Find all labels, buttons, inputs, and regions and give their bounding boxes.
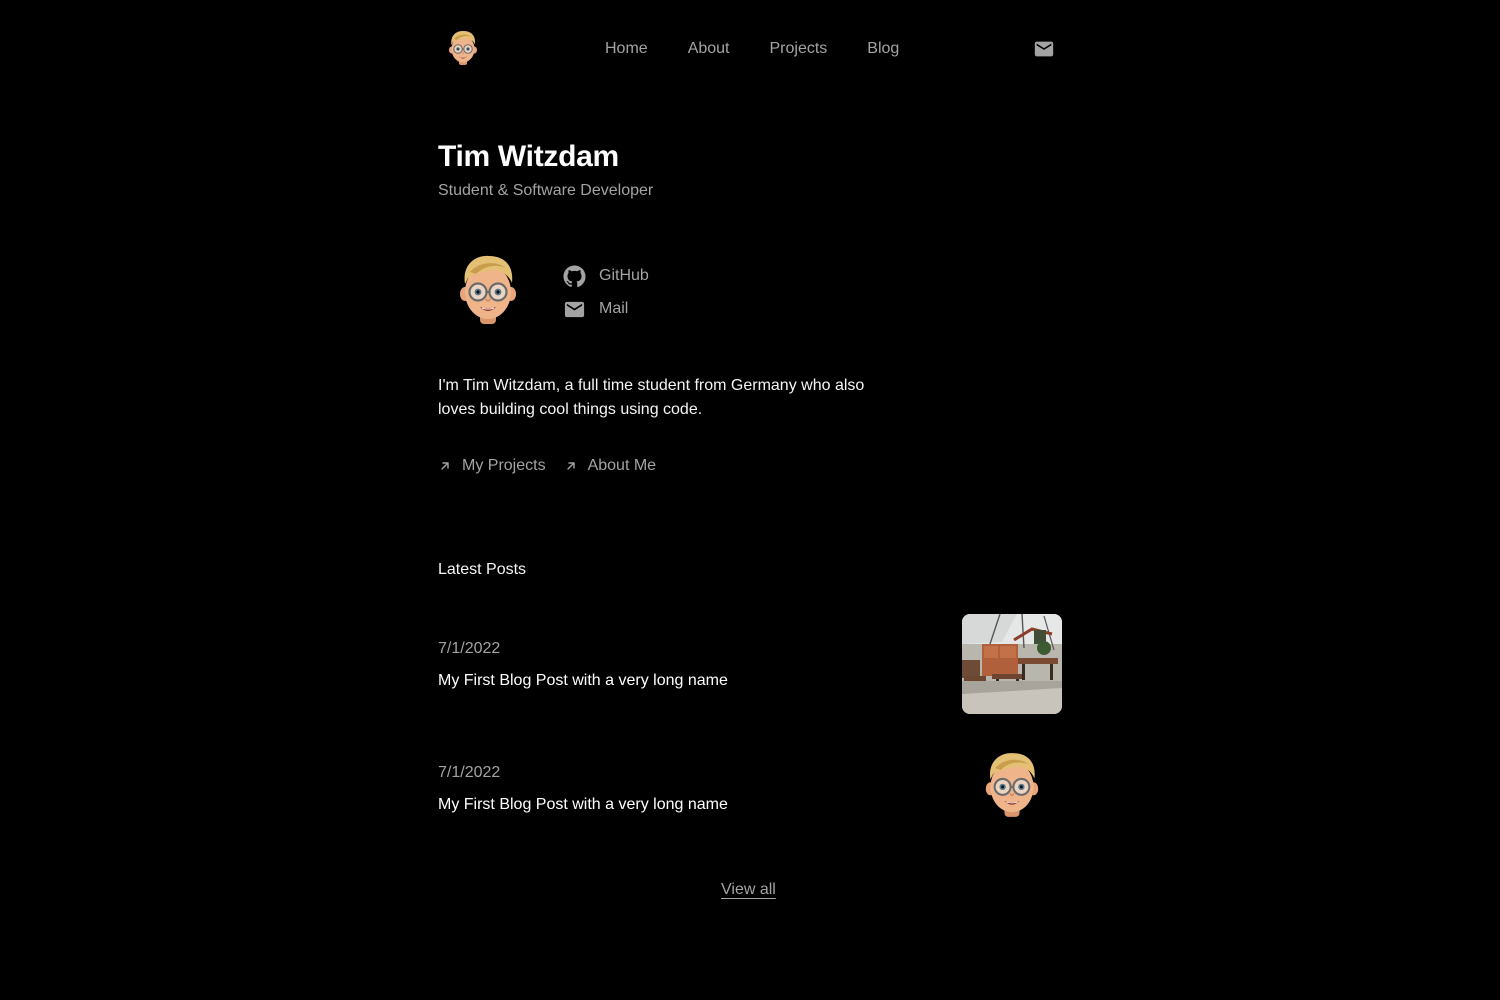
my-projects-label: My Projects: [462, 457, 546, 474]
mail-link-label: Mail: [599, 300, 629, 317]
post-date: 7/1/2022: [438, 640, 501, 657]
social-links: GitHub Mail: [563, 263, 649, 329]
mail-link[interactable]: Mail: [563, 296, 649, 322]
post-thumbnail-cafe-photo: [962, 614, 1062, 714]
view-all-posts-link[interactable]: View all: [721, 879, 776, 901]
home-logo-avatar[interactable]: [447, 28, 479, 68]
blog-post-card[interactable]: 7/1/2022 My First Blog Post with a very …: [438, 614, 1062, 714]
post-date: 7/1/2022: [438, 764, 501, 781]
bio-text: I'm Tim Witzdam, a full time student fro…: [438, 377, 865, 418]
nav-blog-link[interactable]: Blog: [867, 38, 899, 60]
nav-projects-link[interactable]: Projects: [770, 38, 828, 60]
main-nav: Home About Projects Blog: [605, 38, 899, 60]
about-me-label: About Me: [587, 457, 657, 474]
profile-avatar: [456, 250, 520, 330]
subtitle-role: Student & Software Developer: [438, 182, 654, 199]
my-projects-link[interactable]: My Projects: [438, 455, 546, 477]
arrow-up-right-icon: [438, 459, 452, 473]
github-link[interactable]: GitHub: [563, 263, 649, 289]
nav-mail-button[interactable]: [1033, 38, 1055, 60]
cta-links: My Projects About Me: [438, 455, 656, 477]
post-title: My First Blog Post with a very long name: [438, 796, 728, 813]
github-link-label: GitHub: [599, 267, 649, 284]
blog-post-card[interactable]: 7/1/2022 My First Blog Post with a very …: [438, 738, 1062, 838]
mail-icon: [1033, 38, 1055, 60]
memoji-avatar-icon: [447, 28, 479, 68]
nav-about-link[interactable]: About: [688, 38, 730, 60]
page-title: Tim Witzdam: [438, 140, 619, 173]
post-thumbnail-memoji-avatar: [982, 746, 1042, 824]
latest-posts-heading: Latest Posts: [438, 561, 527, 578]
mail-icon: [563, 298, 586, 321]
post-title: My First Blog Post with a very long name: [438, 672, 728, 689]
about-me-link[interactable]: About Me: [564, 455, 656, 477]
arrow-up-right-icon: [564, 459, 578, 473]
nav-home-link[interactable]: Home: [605, 38, 648, 60]
github-icon: [563, 264, 586, 287]
